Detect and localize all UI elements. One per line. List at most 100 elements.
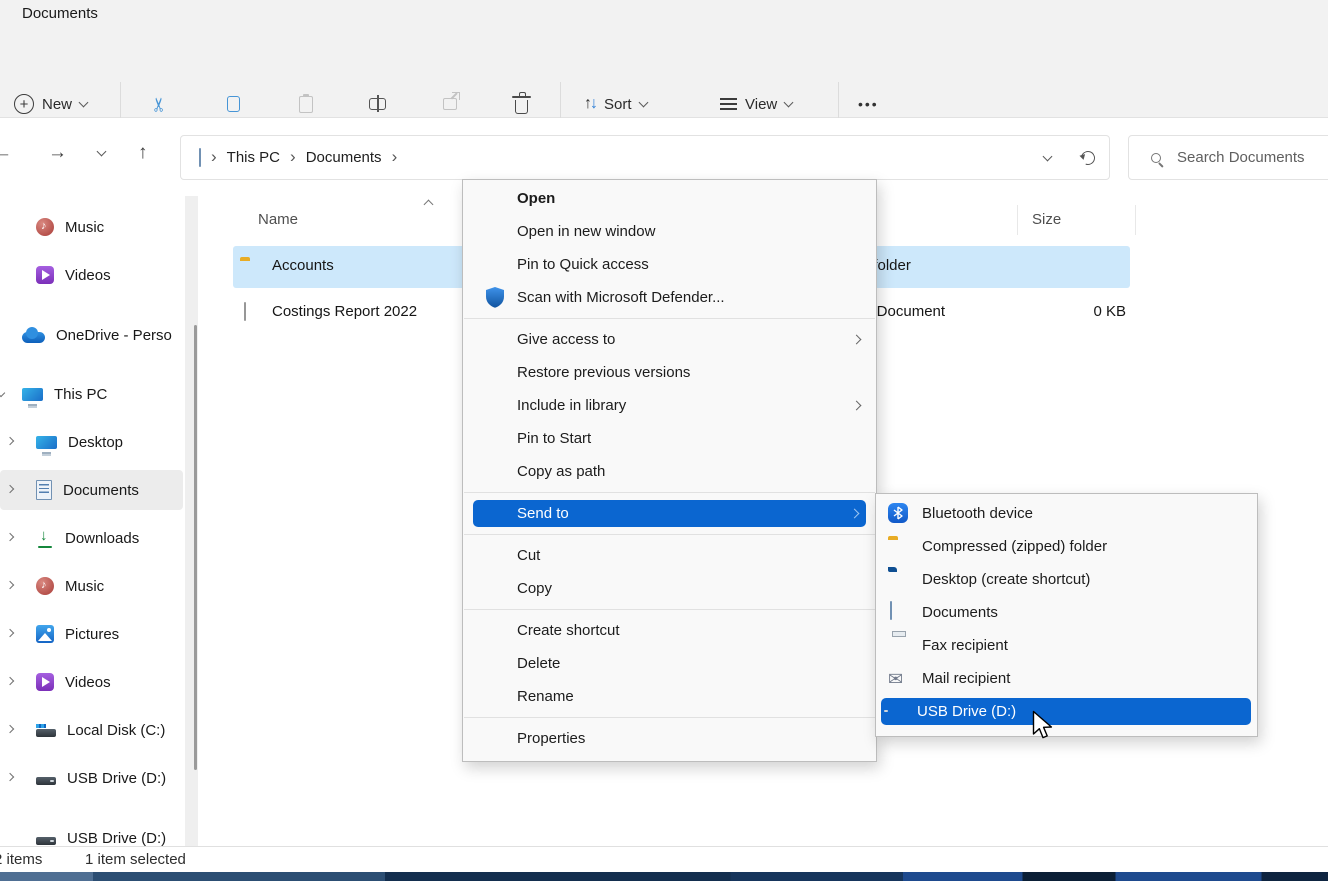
submenu-item-desktop-shortcut[interactable]: Desktop (create shortcut) (876, 563, 1257, 596)
submenu-item-usb-drive-d[interactable]: USB Drive (D:) (876, 695, 1257, 728)
menu-item-scan-with-defender[interactable]: Scan with Microsoft Defender... (463, 281, 876, 314)
expand-chevron-icon[interactable] (6, 725, 14, 733)
mail-icon: ✉ (888, 670, 903, 688)
menu-separator (464, 534, 875, 535)
pictures-icon (36, 625, 54, 643)
submenu-item-documents[interactable]: Documents (876, 596, 1257, 629)
sidebar-item-this-pc[interactable]: This PC (0, 374, 183, 414)
menu-item-create-shortcut[interactable]: Create shortcut (463, 614, 876, 647)
menu-item-copy[interactable]: Copy (463, 572, 876, 605)
sidebar-item-videos[interactable]: Videos (0, 662, 183, 702)
expand-chevron-icon[interactable] (6, 533, 14, 541)
sidebar-item-videos-quick[interactable]: Videos (0, 255, 183, 295)
refresh-icon[interactable] (1079, 148, 1098, 167)
tab-title: Documents (22, 5, 98, 22)
menu-item-cut[interactable]: Cut (463, 539, 876, 572)
videos-icon (36, 266, 54, 284)
column-header-size[interactable]: Size (1032, 211, 1061, 228)
sidebar-item-local-disk-c[interactable]: Local Disk (C:) (0, 710, 183, 750)
forward-button[interactable]: → (48, 142, 67, 164)
menu-item-pin-to-quick-access[interactable]: Pin to Quick access (463, 248, 876, 281)
send-to-highlight: Send to (473, 500, 866, 527)
menu-item-delete[interactable]: Delete (463, 647, 876, 680)
paste-icon (299, 96, 313, 113)
delete-icon (515, 100, 528, 114)
search-input[interactable] (1177, 149, 1317, 166)
plus-circle-icon: + (14, 94, 34, 114)
submenu-item-mail-recipient[interactable]: ✉ Mail recipient (876, 662, 1257, 695)
ellipsis-icon: ••• (858, 96, 879, 112)
expand-chevron-icon[interactable] (6, 437, 14, 445)
up-button[interactable]: ↑ (138, 142, 148, 164)
local-disk-icon (36, 729, 56, 737)
chevron-down-icon (79, 98, 89, 108)
menu-item-give-access-to[interactable]: Give access to (463, 323, 876, 356)
sidebar-item-music[interactable]: Music (0, 566, 183, 606)
sidebar-scrollbar-thumb[interactable] (194, 325, 197, 770)
menu-item-send-to[interactable]: Send to (463, 497, 876, 530)
column-divider[interactable] (1017, 205, 1018, 235)
chevron-down-icon (638, 98, 648, 108)
address-bar[interactable]: › This PC › Documents › (180, 135, 1110, 180)
menu-item-copy-as-path[interactable]: Copy as path (463, 455, 876, 488)
video-progress-bar[interactable] (0, 872, 1328, 881)
menu-item-rename[interactable]: Rename (463, 680, 876, 713)
submenu-arrow-icon (850, 509, 860, 519)
expand-chevron-icon[interactable] (6, 773, 14, 781)
expand-chevron-icon[interactable] (6, 677, 14, 685)
menu-item-include-in-library[interactable]: Include in library (463, 389, 876, 422)
sidebar-item-desktop[interactable]: Desktop (0, 422, 183, 462)
breadcrumb-separator: › (280, 147, 306, 167)
back-button[interactable]: ← (0, 142, 12, 164)
menu-separator (464, 717, 875, 718)
search-box[interactable] (1128, 135, 1328, 180)
submenu-item-fax-recipient[interactable]: Fax recipient (876, 629, 1257, 662)
menu-item-open[interactable]: Open (463, 182, 876, 215)
downloads-icon (36, 529, 54, 548)
rename-icon (369, 98, 386, 110)
sidebar-item-usb-drive-d[interactable]: USB Drive (D:) (0, 758, 183, 798)
column-header-name[interactable]: Name (258, 211, 298, 228)
menu-item-pin-to-start[interactable]: Pin to Start (463, 422, 876, 455)
column-divider[interactable] (1135, 205, 1136, 235)
videos-icon (36, 673, 54, 691)
expand-chevron-icon[interactable] (6, 485, 14, 493)
sidebar-item-usb-drive-d-2[interactable]: USB Drive (D:) (0, 818, 183, 846)
location-document-icon (199, 149, 201, 167)
submenu-item-compressed-folder[interactable]: Compressed (zipped) folder (876, 530, 1257, 563)
view-lines-icon (720, 98, 737, 110)
expand-chevron-icon[interactable] (0, 389, 5, 397)
sidebar-item-onedrive[interactable]: OneDrive - Perso (0, 315, 183, 355)
menu-separator (464, 318, 875, 319)
documents-icon (36, 480, 52, 500)
breadcrumb-documents[interactable]: Documents (306, 149, 382, 166)
submenu-arrow-icon (852, 335, 862, 345)
sidebar-item-music-quick[interactable]: Music (0, 207, 183, 247)
command-bar: + New ✂ ↑↓ Sort View ••• (0, 30, 1328, 117)
expand-chevron-icon[interactable] (6, 581, 14, 589)
menu-separator (464, 609, 875, 610)
bluetooth-icon (888, 503, 908, 523)
selection-count: 1 item selected (85, 851, 186, 868)
sidebar-item-downloads[interactable]: Downloads (0, 518, 183, 558)
menu-item-open-in-new-window[interactable]: Open in new window (463, 215, 876, 248)
status-bar: 2 items 1 item selected (0, 846, 1328, 872)
sidebar-item-documents[interactable]: Documents (0, 470, 183, 510)
sidebar-item-pictures[interactable]: Pictures (0, 614, 183, 654)
address-dropdown-chevron[interactable] (1043, 151, 1053, 161)
usb-drive-icon (36, 777, 56, 785)
defender-shield-icon (485, 286, 505, 313)
recent-locations-chevron[interactable] (97, 147, 107, 157)
chevron-down-icon (784, 98, 794, 108)
cut-icon: ✂ (150, 96, 169, 112)
expand-chevron-icon[interactable] (6, 629, 14, 637)
menu-item-properties[interactable]: Properties (463, 722, 876, 755)
this-pc-icon (22, 388, 43, 401)
search-icon (1151, 153, 1161, 163)
sort-arrows-icon: ↑↓ (584, 96, 596, 112)
menu-item-restore-previous-versions[interactable]: Restore previous versions (463, 356, 876, 389)
onedrive-icon (22, 332, 45, 343)
breadcrumb-this-pc[interactable]: This PC (227, 149, 280, 166)
send-to-submenu: Bluetooth device Compressed (zipped) fol… (875, 493, 1258, 737)
submenu-item-bluetooth-device[interactable]: Bluetooth device (876, 497, 1257, 530)
